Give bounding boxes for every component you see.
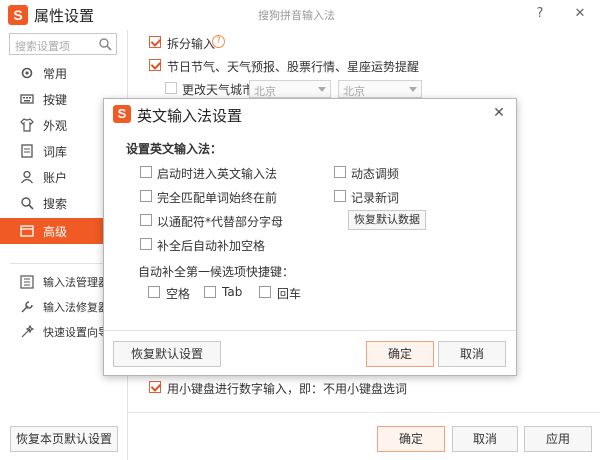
sidebar-item-label: 账户 [43, 171, 68, 185]
sogou-logo-icon: S [113, 105, 131, 123]
exact-match-first-label: 完全匹配单词始终在前 [157, 191, 278, 205]
sidebar-item-label: 高级 [43, 225, 68, 239]
start-english-label: 启动时进入英文输入法 [157, 167, 278, 181]
section-title: 设置英文输入法： [126, 142, 223, 156]
close-button[interactable]: ✕ [569, 4, 591, 24]
search-icon [21, 197, 34, 210]
search-placeholder: 搜索设置项 [15, 40, 70, 53]
shortcut-enter-checkbox[interactable] [259, 286, 271, 298]
festival-reminder-label: 节日节气、天气预报、股票行情、星座运势提醒 [167, 60, 420, 74]
shirt-icon [20, 118, 34, 132]
sidebar-item-label: 搜索 [43, 197, 68, 211]
help-circle-icon[interactable]: ? [212, 35, 225, 48]
tool-item-label: 输入法管理器 [43, 276, 109, 289]
wizard-icon [21, 325, 34, 338]
shortcut-tab-label: Tab [222, 285, 243, 299]
province-select-value: 北京 [254, 85, 276, 98]
shortcut-tab-checkbox[interactable] [204, 286, 216, 298]
split-input-label: 拆分输入 [167, 37, 216, 51]
chevron-down-icon [409, 87, 417, 92]
sidebar-item-label: 按键 [43, 93, 68, 107]
auto-space-checkbox[interactable] [140, 238, 152, 250]
sidebar-item-label: 外观 [43, 119, 68, 133]
footer-divider [128, 412, 600, 413]
split-input-checkbox[interactable] [149, 36, 161, 48]
dialog-cancel-button[interactable]: 取消 [438, 341, 506, 367]
search-input[interactable]: 搜索设置项 [9, 33, 117, 55]
sogou-logo-icon: S [8, 5, 28, 25]
help-button[interactable]: ? [529, 4, 551, 24]
apply-button[interactable]: 应用 [524, 426, 592, 452]
exact-match-first-checkbox[interactable] [140, 190, 152, 202]
manager-icon [20, 275, 34, 289]
dynamic-frequency-checkbox[interactable] [334, 166, 346, 178]
keyboard-icon [20, 94, 34, 104]
repair-icon [21, 301, 33, 313]
start-english-checkbox[interactable] [140, 166, 152, 178]
cancel-button[interactable]: 取消 [452, 426, 518, 452]
wildcard-checkbox[interactable] [140, 214, 152, 226]
english-input-settings-dialog: S 英文输入法设置 ✕ 设置英文输入法： 启动时进入英文输入法 完全匹配单词始终… [103, 98, 517, 376]
sidebar-item-label: 词库 [43, 145, 68, 159]
tool-item-label: 输入法修复器 [43, 301, 109, 314]
numeric-keypad-checkbox[interactable] [149, 381, 161, 393]
shortcut-enter-label: 回车 [277, 287, 302, 301]
window-title: 属性设置 [34, 7, 95, 25]
dialog-divider [104, 330, 516, 331]
change-city-label: 更改天气城市 [182, 83, 255, 97]
numeric-keypad-label: 用小键盘进行数字输入，即：不用小键盘选词 [167, 382, 408, 396]
change-city-checkbox[interactable] [165, 82, 177, 94]
city-select[interactable]: 北京 [338, 80, 422, 98]
record-new-words-label: 记录新词 [351, 191, 400, 205]
title-bar: S 属性设置 搜狗拼音输入法 ? ✕ [0, 0, 600, 30]
shortcut-space-label: 空格 [166, 287, 191, 301]
sidebar-item-label: 常用 [43, 67, 68, 81]
tool-item-label: 快速设置向导 [43, 326, 109, 339]
festival-reminder-checkbox[interactable] [149, 59, 161, 71]
user-icon [20, 170, 34, 184]
dynamic-frequency-label: 动态调频 [351, 167, 400, 181]
auto-space-label: 补全后自动补加空格 [157, 239, 266, 253]
restore-default-data-button[interactable]: 恢复默认数据 [348, 210, 426, 230]
province-select[interactable]: 北京 [249, 80, 331, 98]
search-icon[interactable] [98, 37, 112, 51]
city-select-value: 北京 [343, 85, 365, 98]
dialog-title: 英文输入法设置 [137, 107, 243, 125]
shortcut-space-checkbox[interactable] [148, 286, 160, 298]
ok-button[interactable]: 确定 [377, 426, 445, 452]
book-icon [21, 144, 33, 158]
sidebar-item-common[interactable]: 常用 [0, 60, 127, 86]
chevron-down-icon [318, 87, 326, 92]
wildcard-label: 以通配符*代替部分字母 [157, 215, 284, 229]
gear-icon [21, 67, 33, 79]
restore-page-defaults-button[interactable]: 恢复本页默认设置 [10, 426, 118, 452]
dialog-ok-button[interactable]: 确定 [366, 341, 434, 367]
shortcut-title: 自动补全第一候选项快捷键： [138, 265, 295, 279]
restore-defaults-button[interactable]: 恢复默认设置 [113, 341, 221, 367]
record-new-words-checkbox[interactable] [334, 190, 346, 202]
close-icon[interactable]: ✕ [490, 104, 508, 122]
app-name: 搜狗拼音输入法 [258, 9, 335, 22]
advanced-icon [20, 225, 34, 237]
